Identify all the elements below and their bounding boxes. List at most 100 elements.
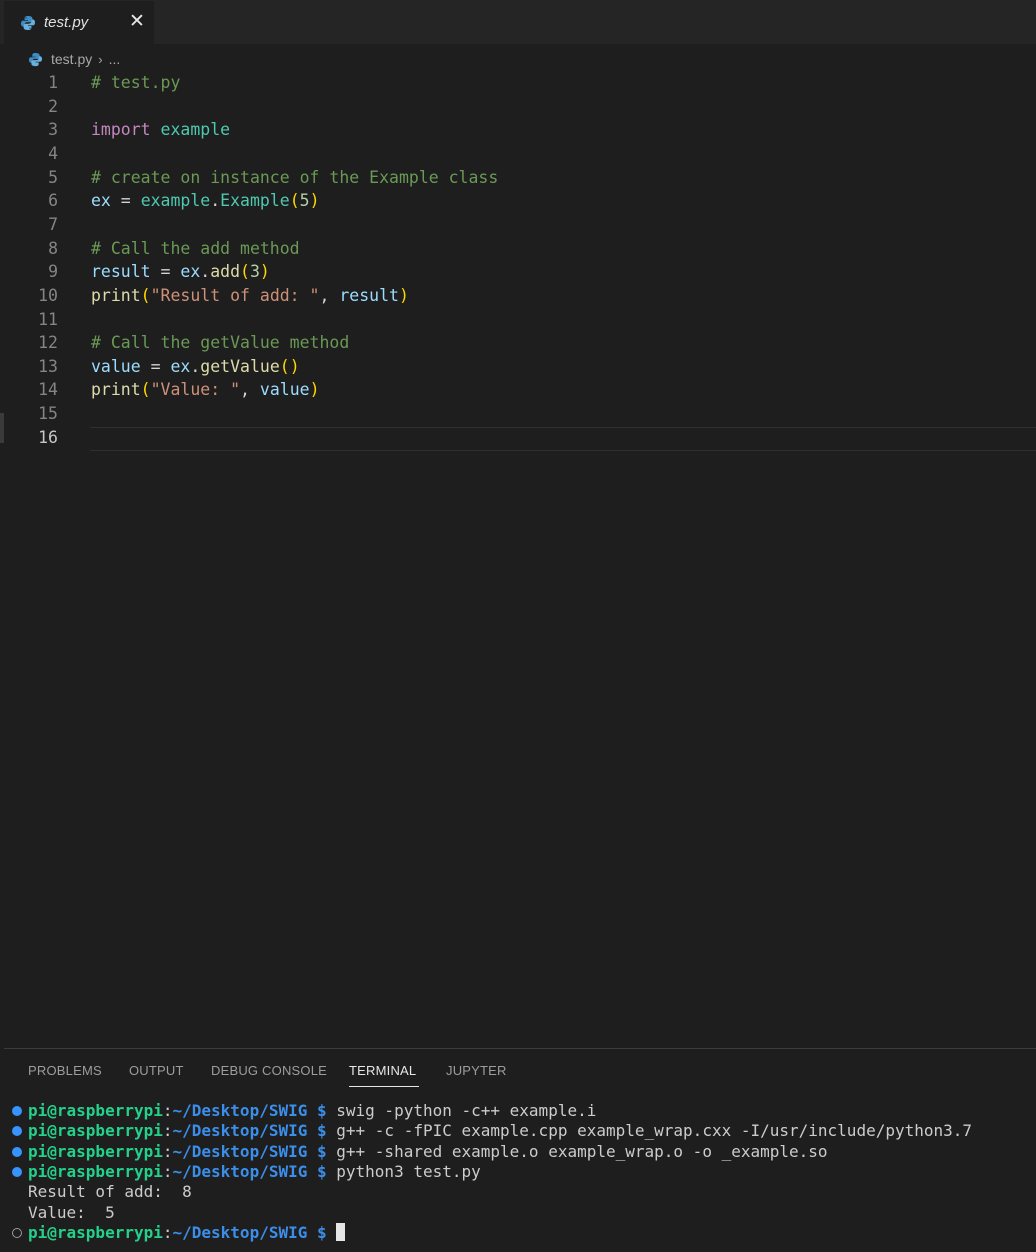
terminal-output-line: Value: 5: [4, 1203, 1036, 1223]
python-file-icon: [28, 52, 43, 67]
prompt-symbol: $: [307, 1101, 337, 1120]
tab-terminal[interactable]: TERMINAL: [349, 1063, 416, 1078]
code-token: # Call the getValue method: [91, 333, 350, 353]
code-editor[interactable]: 1 # test.py 2 3 import example 4 5 # create on …: [0, 70, 1036, 1045]
code-line[interactable]: 4: [0, 142, 1036, 165]
code-line[interactable]: 15: [0, 402, 1036, 425]
line-number: 3: [48, 120, 58, 140]
command-status-icon[interactable]: [12, 1126, 22, 1137]
code-token: print: [91, 285, 141, 305]
prompt-separator: :: [162, 1121, 173, 1141]
code-token: (): [279, 356, 300, 376]
code-token: ,: [240, 380, 260, 400]
code-text: print("Result of add: ", result): [91, 284, 409, 307]
active-tab-indicator: [349, 1086, 419, 1087]
command-status-icon[interactable]: [12, 1227, 22, 1238]
code-token: ): [398, 285, 409, 305]
chevron-right-icon: ›: [98, 51, 103, 67]
code-text: print("Value: ", value): [91, 378, 320, 401]
code-token: ex: [170, 356, 191, 376]
code-token: .: [200, 262, 211, 282]
code-line[interactable]: 12 # Call the getValue method: [0, 331, 1036, 354]
terminal-line-content: pi@raspberrypi:~/Desktop/SWIG $: [28, 1222, 346, 1243]
editor-tab-bar: test.py ✕: [0, 0, 1036, 44]
prompt-symbol: $: [307, 1141, 337, 1161]
code-token: ex: [180, 262, 201, 282]
code-token: =: [150, 262, 181, 282]
code-token: =: [140, 356, 171, 376]
code-line[interactable]: 6 ex = example.Example(5): [0, 189, 1036, 212]
code-line[interactable]: 3 import example: [0, 118, 1036, 141]
prompt-path: ~/Desktop/SWIG: [172, 1121, 308, 1141]
code-text: # Call the getValue method: [91, 331, 349, 354]
code-token: .: [210, 191, 221, 211]
breadcrumb: test.py › ...: [28, 48, 120, 70]
command-status-icon[interactable]: [12, 1166, 22, 1177]
terminal-line-content: Result of add: 8: [28, 1182, 192, 1202]
code-token: print: [91, 380, 141, 400]
breadcrumb-file[interactable]: test.py: [51, 51, 92, 67]
terminal-line-content: pi@raspberrypi:~/Desktop/SWIG $ g++ -c -…: [28, 1121, 972, 1141]
terminal-line-content: pi@raspberrypi:~/Desktop/SWIG $ swig -py…: [28, 1101, 596, 1121]
code-line[interactable]: 2: [0, 95, 1036, 118]
line-number: 12: [38, 333, 58, 353]
code-token: value: [259, 380, 310, 400]
tab-label: test.py: [44, 14, 89, 31]
tab-jupyter[interactable]: JUPYTER: [446, 1063, 507, 1078]
terminal-command-line: pi@raspberrypi:~/Desktop/SWIG $ g++ -c -…: [4, 1121, 1036, 1141]
line-number: 2: [48, 96, 58, 116]
code-line[interactable]: 16: [0, 426, 1036, 449]
code-token: # Call the add method: [91, 238, 300, 258]
breadcrumb-more[interactable]: ...: [109, 51, 121, 67]
code-token: =: [110, 191, 141, 211]
prompt-path: ~/Desktop/SWIG: [172, 1101, 308, 1120]
prompt-symbol: $: [307, 1222, 337, 1242]
command-status-icon[interactable]: [12, 1146, 22, 1157]
close-icon[interactable]: ✕: [129, 11, 145, 33]
code-token: ): [259, 262, 270, 282]
tab-output[interactable]: OUTPUT: [129, 1063, 184, 1078]
tab-debug-console[interactable]: DEBUG CONSOLE: [211, 1063, 327, 1078]
line-number: 16: [38, 427, 58, 447]
code-token: (: [140, 380, 151, 400]
code-token: (: [240, 262, 250, 282]
prompt-separator: :: [162, 1222, 173, 1242]
code-token: Example: [220, 191, 290, 211]
prompt-user: pi@raspberrypi: [28, 1101, 163, 1120]
tab-test-py[interactable]: test.py ✕: [4, 1, 154, 44]
code-text: import example: [91, 118, 230, 141]
code-line[interactable]: 7: [0, 213, 1036, 236]
tab-problems[interactable]: PROBLEMS: [28, 1063, 102, 1078]
line-number: 7: [48, 214, 58, 234]
code-line[interactable]: 9 result = ex.add(3): [0, 260, 1036, 283]
terminal-output-line: Result of add: 8: [4, 1182, 1036, 1202]
code-line[interactable]: 8 # Call the add method: [0, 237, 1036, 260]
code-token: # create on instance of the Example clas…: [91, 167, 499, 187]
code-line[interactable]: 13 value = ex.getValue(): [0, 355, 1036, 378]
output-text: Result of add: 8: [28, 1182, 192, 1202]
line-number: 1: [48, 73, 58, 92]
prompt-separator: :: [162, 1101, 173, 1120]
terminal-command-line: pi@raspberrypi:~/Desktop/SWIG $: [4, 1222, 1036, 1243]
code-token: ,: [319, 285, 340, 305]
terminal-cursor: [336, 1222, 346, 1241]
code-text: value = ex.getValue(): [91, 355, 300, 378]
code-line[interactable]: 5 # create on instance of the Example cla…: [0, 166, 1036, 189]
terminal-command-line: pi@raspberrypi:~/Desktop/SWIG $ python3 …: [4, 1162, 1036, 1182]
code-token: import: [91, 120, 151, 140]
python-file-icon: [20, 15, 36, 31]
code-line[interactable]: 10 print("Result of add: ", result): [0, 284, 1036, 307]
line-number: 13: [38, 356, 58, 376]
code-line[interactable]: 11: [0, 308, 1036, 331]
code-token: ex: [91, 191, 111, 211]
code-token: example: [160, 120, 231, 140]
command-status-icon[interactable]: [12, 1106, 22, 1116]
terminal-command-line: pi@raspberrypi:~/Desktop/SWIG $ g++ -sha…: [4, 1142, 1036, 1162]
code-token: example: [140, 191, 211, 211]
code-token: (: [289, 191, 300, 211]
code-line[interactable]: 1 # test.py: [0, 71, 1036, 94]
code-token: add: [210, 262, 241, 282]
code-line[interactable]: 14 print("Value: ", value): [0, 378, 1036, 401]
bottom-panel: PROBLEMS OUTPUT DEBUG CONSOLE TERMINAL J…: [4, 1048, 1036, 1252]
